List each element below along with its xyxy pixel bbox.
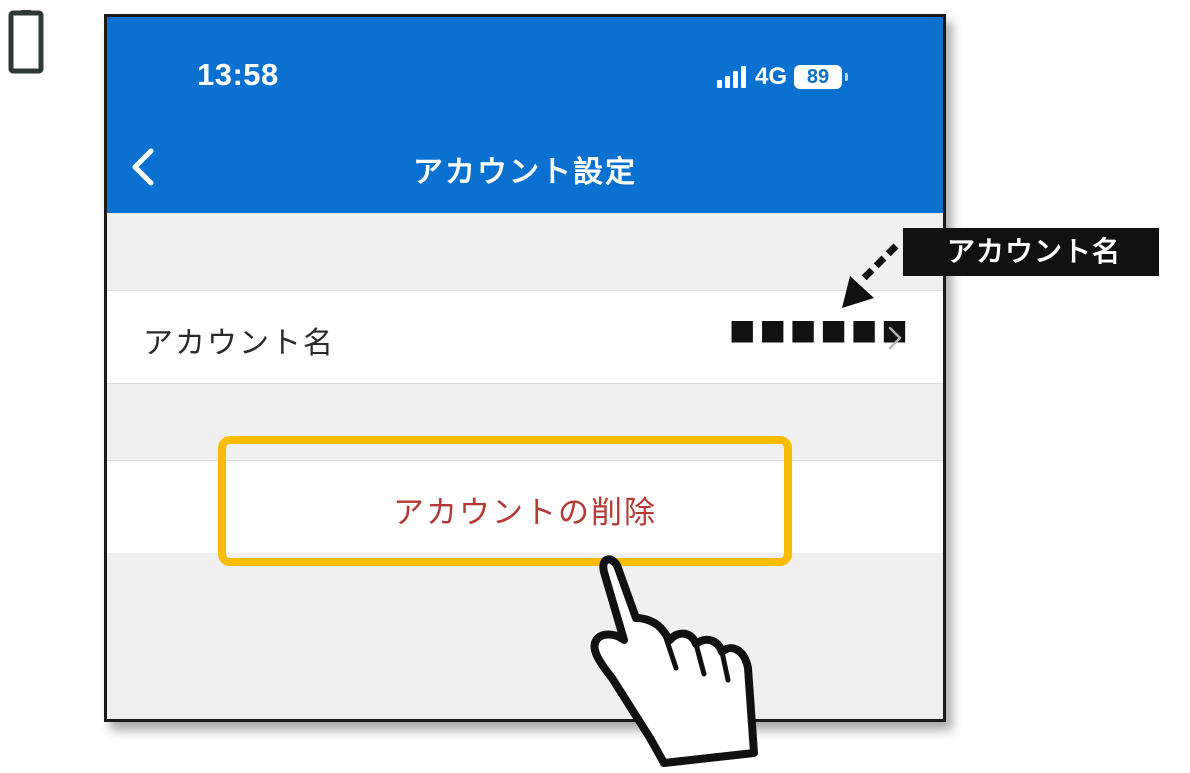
chevron-right-icon — [888, 326, 902, 350]
status-time: 13:58 — [197, 57, 279, 92]
network-type: 4G — [755, 63, 788, 90]
dashed-arrow-icon — [842, 243, 899, 308]
smartphone-icon — [8, 10, 44, 74]
delete-account-button[interactable]: アカウントの削除 — [107, 460, 943, 553]
pointing-hand-icon — [590, 555, 758, 767]
battery-icon: 89 — [794, 65, 849, 89]
phone-screen: 13:58 4G 89 アカウント設定 アカウント名 ■■■■■■ アカウントの… — [104, 14, 946, 722]
status-indicators: 4G 89 — [717, 61, 849, 93]
signal-icon — [717, 66, 746, 88]
account-name-row[interactable]: アカウント名 ■■■■■■ — [107, 290, 943, 384]
account-name-label: アカウント名 — [143, 326, 335, 361]
app-header: 13:58 4G 89 アカウント設定 — [107, 17, 943, 213]
battery-level: 89 — [806, 66, 830, 88]
delete-account-label: アカウントの削除 — [393, 495, 657, 531]
account-name-value: ■■■■■■ — [729, 313, 912, 346]
page-title: アカウント設定 — [413, 155, 637, 190]
account-name-callout: アカウント名 — [903, 228, 1159, 276]
